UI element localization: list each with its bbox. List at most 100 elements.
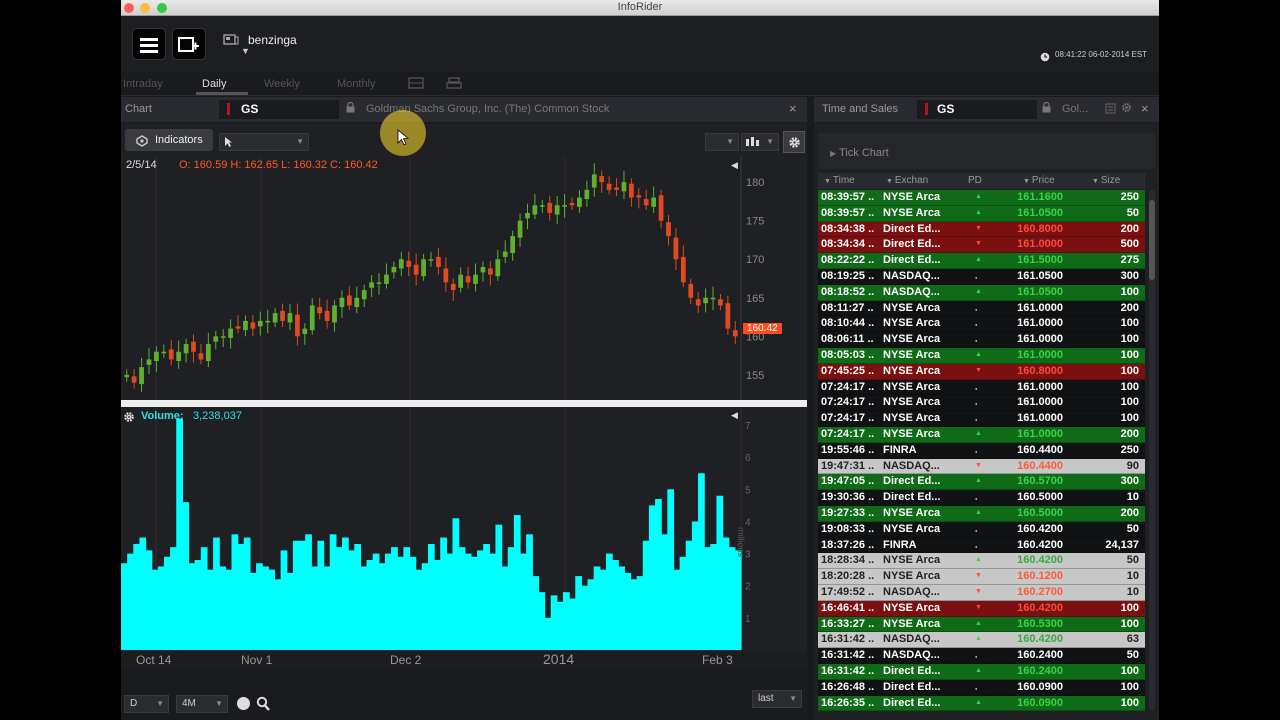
table-row[interactable]: 17:49:52 .. NASDAQ... 160.2700 10 ▼ [818,584,1145,601]
table-row[interactable]: 08:06:11 .. NYSE Arca 161.0000 100 ● [818,332,1145,348]
tick-chart-toggle[interactable]: ▶ Tick Chart [818,133,1155,169]
table-row[interactable]: 08:10:44 .. NYSE Arca 161.0000 100 ● [818,316,1145,333]
range-select[interactable]: 4M ▼ [176,695,228,713]
row-size: 200 [1120,506,1139,519]
ts-symbol-box[interactable] [917,100,1037,119]
price-mode-select[interactable]: last ▼ [752,690,802,708]
table-row[interactable]: 19:47:31 .. NASDAQ... 160.4400 90 ▼ [818,458,1145,475]
table-row[interactable]: 07:24:17 .. NYSE Arca 161.0000 100 ● [818,395,1145,412]
ts-scrollbar[interactable] [1149,190,1155,710]
table-row[interactable]: 08:11:27 .. NYSE Arca 161.0000 200 ● [818,300,1145,317]
news-source-icon[interactable] [223,32,239,51]
ts-scrollbar-thumb[interactable] [1149,200,1155,280]
table-row[interactable]: 16:26:35 .. Direct Ed... 160.0900 100 ▲ [818,695,1145,712]
volume-bar [262,566,269,650]
lock-icon[interactable] [346,101,355,116]
chevron-down-icon[interactable]: ▼ [241,46,250,56]
table-row[interactable]: 19:47:05 .. Direct Ed... 160.5700 300 ▲ [818,474,1145,491]
tab-intraday[interactable]: Intraday [123,78,163,90]
column-header-size[interactable]: ▼ Size [1092,175,1120,186]
volume-bar [200,547,208,650]
column-header-price[interactable]: ▼ Price [1023,175,1055,186]
volume-bar [655,498,662,650]
table-row[interactable]: 19:55:46 .. FINRA 160.4400 250 ● [818,442,1145,459]
indicators-button[interactable]: Indicators [125,129,213,151]
ts-symbol-input[interactable]: GS [937,102,954,116]
table-row[interactable]: 16:26:48 .. Direct Ed... 160.0900 100 ● [818,679,1145,696]
table-row[interactable]: 19:08:33 .. NYSE Arca 160.4200 50 ● [818,521,1145,538]
table-row[interactable]: 16:31:42 .. Direct Ed... 160.2400 100 ▲ [818,663,1145,680]
table-row[interactable]: 07:24:17 .. NYSE Arca 161.0000 200 ▲ [818,426,1145,443]
gear-icon[interactable] [1121,102,1132,116]
table-row[interactable]: 08:18:52 .. NASDAQ... 161.0500 100 ▲ [818,284,1145,301]
news-source-name[interactable]: benzinga [248,33,297,47]
table-row[interactable]: 19:30:36 .. Direct Ed... 160.5000 10 ● [818,490,1145,506]
table-row[interactable]: 07:45:25 .. NYSE Arca 160.8000 100 ▼ [818,363,1145,380]
table-row[interactable]: 16:31:42 .. NASDAQ... 160.2400 50 ● [818,648,1145,664]
column-header-pd[interactable]: PD [968,175,982,186]
column-header-exchange[interactable]: ▼ Exchan [886,175,928,186]
zoom-icon[interactable] [256,696,270,716]
close-icon[interactable]: × [789,101,797,116]
style-select[interactable]: ▼ [705,133,739,151]
symbol-input-box[interactable] [219,100,339,119]
new-window-button[interactable] [172,28,206,60]
table-row[interactable]: 18:28:34 .. NYSE Arca 160.4200 50 ▲ [818,553,1145,570]
table-row[interactable]: 19:27:33 .. NYSE Arca 160.5000 200 ▲ [818,505,1145,522]
table-row[interactable]: 16:46:41 .. NYSE Arca 160.4200 100 ▼ [818,600,1145,617]
table-row[interactable]: 08:39:57 .. NYSE Arca 161.0500 50 ▲ [818,205,1145,222]
volume-bar [495,524,503,650]
table-row[interactable]: 08:34:38 .. Direct Ed... 160.8000 200 ▼ [818,221,1145,238]
volume-bar [409,556,417,650]
tab-weekly[interactable]: Weekly [264,78,300,90]
table-row[interactable]: 08:19:25 .. NASDAQ... 161.0500 300 ● [818,268,1145,285]
volume-chart[interactable]: 1234567 Volume: 3,238,037 ◀ millions [121,407,807,650]
volume-bar [139,537,147,650]
tab-monthly[interactable]: Monthly [337,78,376,90]
row-exchange: Direct Ed... [883,491,941,504]
volume-bar [599,569,607,650]
volume-settings-icon[interactable] [123,410,135,428]
table-row[interactable]: 16:33:27 .. NYSE Arca 160.5300 100 ▲ [818,616,1145,633]
close-icon[interactable]: × [1141,101,1149,116]
layout-icon[interactable] [408,77,424,92]
export-icon[interactable] [1105,103,1116,117]
table-row[interactable]: 16:31:42 .. NASDAQ... 160.4200 63 ▲ [818,632,1145,649]
table-row[interactable]: 08:22:22 .. Direct Ed... 161.5000 275 ▲ [818,253,1145,269]
table-row[interactable]: 07:24:17 .. NYSE Arca 161.0000 100 ● [818,379,1145,396]
volume-bar [691,521,699,650]
chart-bottom-bar: D ▼ 4M ▼ last ▼ [121,685,807,720]
indicators-icon [136,134,149,152]
table-row[interactable]: 08:34:34 .. Direct Ed... 161.0000 500 ▼ [818,237,1145,254]
tab-daily[interactable]: Daily [202,78,226,90]
date-tick: Oct 14 [136,653,172,667]
candle-body [139,367,144,385]
volume-bar [458,547,466,650]
chart-type-select[interactable]: ▼ [741,133,779,151]
pane-divider[interactable] [121,400,807,407]
menu-button[interactable] [132,28,166,60]
collapse-arrow-icon[interactable]: ◀ [731,410,738,421]
candle-body [198,353,204,360]
interval-select[interactable]: D ▼ [124,695,169,713]
column-header-time[interactable]: ▼ Time [824,175,855,186]
row-exchange: NYSE Arca [883,206,941,219]
table-row[interactable]: 08:39:57 .. NYSE Arca 161.1600 250 ▲ [818,190,1145,206]
table-row[interactable]: 07:24:17 .. NYSE Arca 161.0000 100 ● [818,411,1145,427]
row-price: 160.5700 [1017,475,1063,488]
row-price: 160.1200 [1017,570,1063,583]
table-row[interactable]: 18:37:26 .. FINRA 160.4200 24,137 ● [818,537,1145,554]
table-row[interactable]: 18:20:28 .. NYSE Arca 160.1200 10 ▼ [818,569,1145,585]
cursor-tool-select[interactable]: ▼ [219,133,309,151]
zoom-reset-icon[interactable] [237,697,250,710]
chart-settings-button[interactable] [783,131,805,153]
candle-body [332,305,337,323]
lock-icon[interactable] [1042,101,1051,116]
row-time: 08:22:22 .. [821,254,875,267]
price-chart[interactable]: 155 160 165 170 175 180 2/5/14 O: 160.59 H: 1… [121,157,807,400]
symbol-input[interactable]: GS [241,102,258,116]
table-row[interactable]: 08:05:03 .. NYSE Arca 161.0000 100 ▲ [818,347,1145,364]
collapse-arrow-icon[interactable]: ◀ [731,160,738,171]
row-price: 160.4400 [1017,459,1063,472]
stack-icon[interactable] [446,77,462,92]
